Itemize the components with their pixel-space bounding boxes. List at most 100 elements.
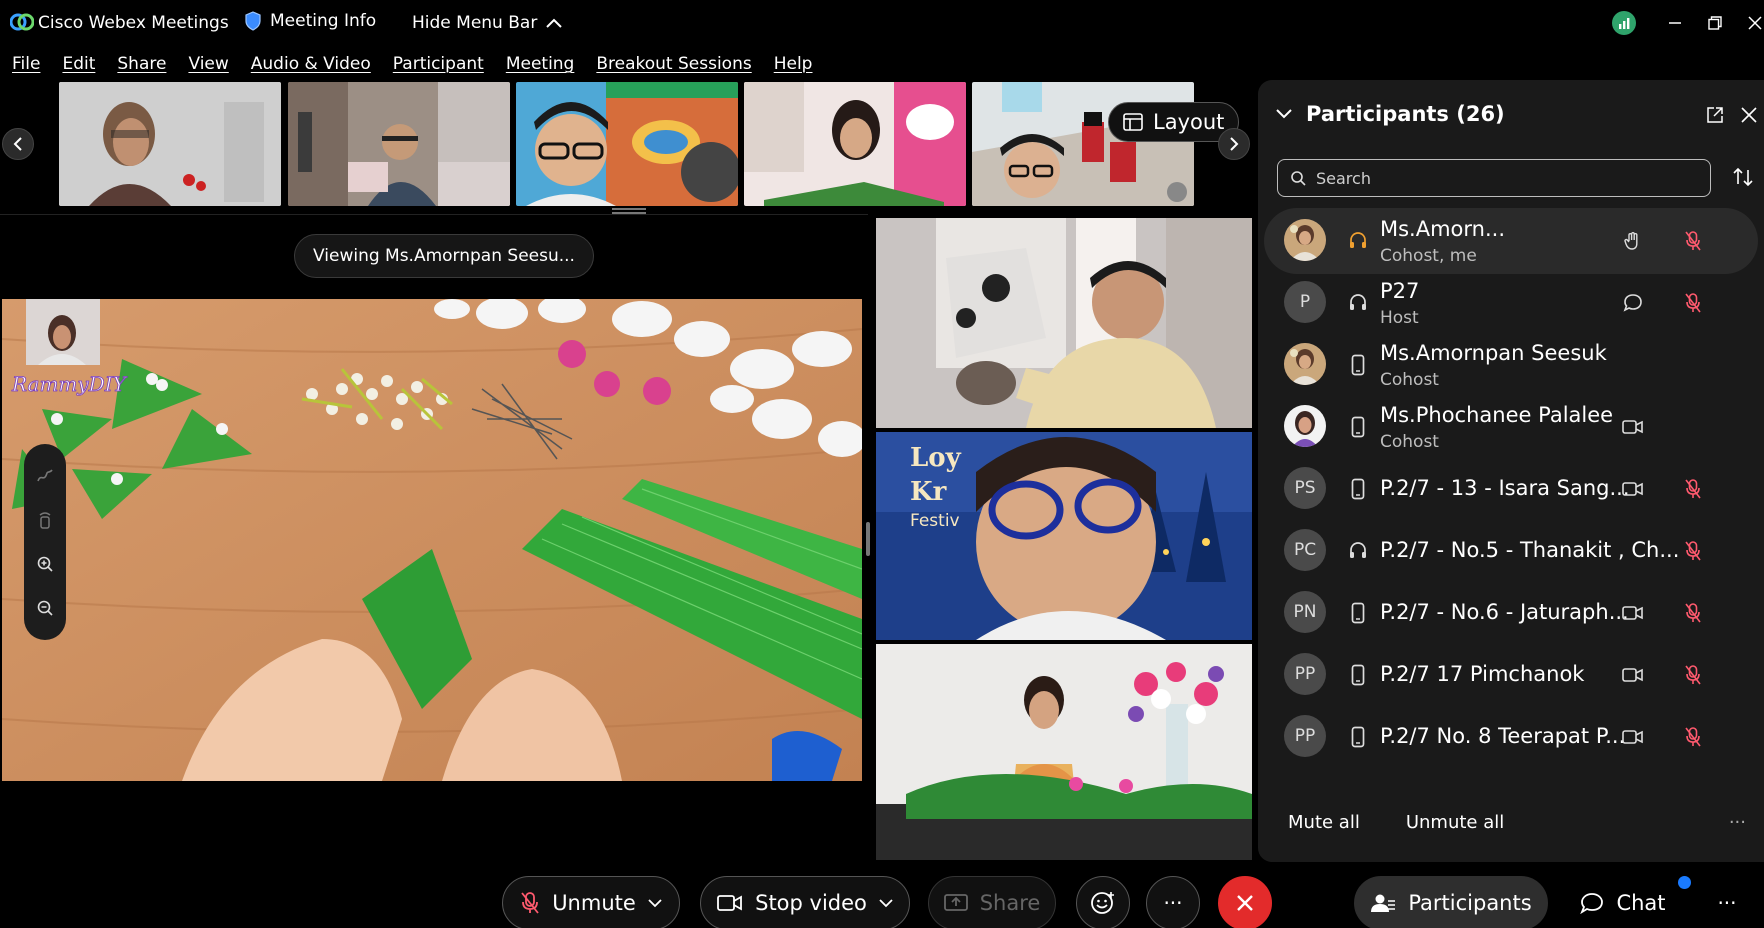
participant-row[interactable]: Ms.Phochanee Palalee Cohost — [1264, 394, 1758, 460]
layout-icon — [1123, 113, 1143, 131]
mic-muted-icon[interactable] — [1682, 540, 1704, 562]
participant-name: P27 — [1380, 279, 1420, 303]
shared-video-view: RammyDIY — [2, 299, 862, 781]
video-thumbnail[interactable] — [744, 82, 966, 206]
chevron-up-icon — [546, 18, 563, 28]
participant-video — [516, 82, 738, 206]
participant-row[interactable]: PS P.2/7 - 13 - Isara Sang... — [1264, 456, 1758, 522]
restore-window-button[interactable] — [1700, 8, 1730, 38]
hide-menu-bar-button[interactable]: Hide Menu Bar — [412, 13, 563, 33]
video-thumbnail[interactable] — [288, 82, 510, 206]
network-health-icon[interactable] — [1612, 11, 1636, 35]
participant-search-input[interactable]: Search — [1277, 159, 1711, 197]
svg-text:Festiv: Festiv — [910, 511, 960, 531]
close-icon — [1748, 16, 1762, 30]
shared-content-video: RammyDIY — [2, 299, 862, 781]
participant-row[interactable]: P P27 Host — [1264, 270, 1758, 336]
menu-file[interactable]: File — [12, 54, 40, 74]
emoji-icon — [1091, 892, 1114, 914]
zoom-out-icon[interactable] — [35, 598, 55, 618]
viewing-label: Viewing Ms.Amornpan Seesu... — [313, 246, 575, 266]
menu-share[interactable]: Share — [117, 54, 166, 74]
chevron-down-icon — [648, 898, 662, 907]
video-icon[interactable] — [1622, 602, 1644, 624]
stop-video-button[interactable]: Stop video — [700, 876, 910, 928]
mute-all-button[interactable]: Mute all — [1288, 812, 1360, 833]
avatar: PP — [1284, 715, 1326, 757]
mic-muted-icon[interactable] — [1682, 230, 1704, 252]
video-tile[interactable]: Loy Kr Festiv — [876, 432, 1252, 640]
phone-icon — [1348, 664, 1368, 686]
video-thumbnail[interactable] — [516, 82, 738, 206]
video-icon[interactable] — [1622, 416, 1644, 438]
menu-view[interactable]: View — [188, 54, 228, 74]
more-options-button[interactable]: ··· — [1146, 876, 1200, 928]
svg-text:Kr: Kr — [910, 477, 947, 507]
more-icon: ··· — [1163, 891, 1183, 915]
chevron-down-icon — [1276, 109, 1292, 119]
participants-button[interactable]: Participants — [1354, 876, 1548, 928]
mic-muted-icon[interactable] — [1682, 664, 1704, 686]
mic-muted-icon — [521, 892, 539, 914]
reactions-button[interactable] — [1076, 876, 1130, 928]
video-tile[interactable] — [876, 644, 1252, 860]
viewing-indicator: Viewing Ms.Amornpan Seesu... — [294, 234, 594, 278]
unmute-button[interactable]: Unmute — [502, 876, 680, 928]
menu-breakout-sessions[interactable]: Breakout Sessions — [596, 54, 751, 74]
mic-muted-icon[interactable] — [1682, 478, 1704, 500]
participants-title: Participants (26) — [1306, 102, 1505, 126]
raise-hand-icon[interactable] — [1622, 230, 1644, 252]
minimize-window-button[interactable] — [1660, 8, 1690, 38]
participant-row[interactable]: PP P.2/7 17 Pimchanok — [1264, 642, 1758, 708]
video-icon[interactable] — [1622, 726, 1644, 748]
share-button[interactable]: Share — [928, 876, 1056, 928]
video-icon[interactable] — [1622, 664, 1644, 686]
strip-scroll-right-button[interactable] — [1218, 128, 1250, 160]
menu-edit[interactable]: Edit — [62, 54, 95, 74]
more-controls-button[interactable]: ··· — [1700, 876, 1754, 928]
unmute-all-button[interactable]: Unmute all — [1406, 812, 1504, 833]
participants-panel-header[interactable]: Participants (26) — [1276, 102, 1505, 126]
mic-muted-icon[interactable] — [1682, 726, 1704, 748]
close-panel-button[interactable] — [1738, 104, 1760, 126]
more-options-icon[interactable]: ··· — [1729, 812, 1746, 833]
stage-splitter-handle[interactable] — [866, 522, 870, 556]
sort-icon[interactable] — [1732, 166, 1754, 188]
headset-icon — [1348, 540, 1368, 562]
participant-row[interactable]: PN P.2/7 - No.6 - Jaturaph... — [1264, 580, 1758, 646]
pop-out-panel-button[interactable] — [1704, 104, 1726, 126]
chat-button[interactable]: Chat — [1568, 876, 1678, 928]
video-thumbnail[interactable] — [972, 82, 1194, 206]
menu-audio-video[interactable]: Audio & Video — [251, 54, 371, 74]
mic-muted-icon[interactable] — [1682, 292, 1704, 314]
participants-icon — [1371, 894, 1396, 912]
participant-row[interactable]: Ms.Amornpan Seesuk Cohost — [1264, 332, 1758, 398]
video-tile[interactable] — [876, 218, 1252, 428]
video-thumbnail[interactable] — [59, 82, 281, 206]
participant-row[interactable]: PP P.2/7 No. 8 Teerapat P... — [1264, 704, 1758, 770]
pen-icon[interactable] — [35, 466, 55, 486]
unread-chat-indicator — [1678, 876, 1691, 889]
avatar — [1284, 343, 1326, 385]
strip-scroll-left-button[interactable] — [2, 128, 34, 160]
participant-name: Ms.Amornpan Seesuk — [1380, 341, 1607, 365]
menu-meeting[interactable]: Meeting — [506, 54, 575, 74]
remote-control-icon[interactable] — [35, 510, 55, 530]
share-screen-icon — [943, 894, 968, 911]
search-placeholder: Search — [1316, 168, 1371, 188]
participant-name: P.2/7 No. 8 Teerapat P... — [1380, 724, 1626, 748]
chevron-down-icon — [879, 898, 893, 907]
menu-help[interactable]: Help — [774, 54, 813, 74]
video-camera-icon — [717, 895, 743, 911]
annotation-toolbar — [24, 444, 66, 640]
participant-row[interactable]: Ms.Amorn... Cohost, me — [1264, 208, 1758, 274]
chat-bubble-icon[interactable] — [1622, 292, 1644, 314]
meeting-info-button[interactable]: Meeting Info — [244, 11, 376, 31]
menu-participant[interactable]: Participant — [393, 54, 484, 74]
video-icon[interactable] — [1622, 478, 1644, 500]
close-window-button[interactable] — [1740, 8, 1764, 38]
participant-row[interactable]: PC P.2/7 - No.5 - Thanakit , Ch... — [1264, 518, 1758, 584]
leave-meeting-button[interactable] — [1218, 876, 1272, 928]
mic-muted-icon[interactable] — [1682, 602, 1704, 624]
zoom-in-icon[interactable] — [35, 554, 55, 574]
